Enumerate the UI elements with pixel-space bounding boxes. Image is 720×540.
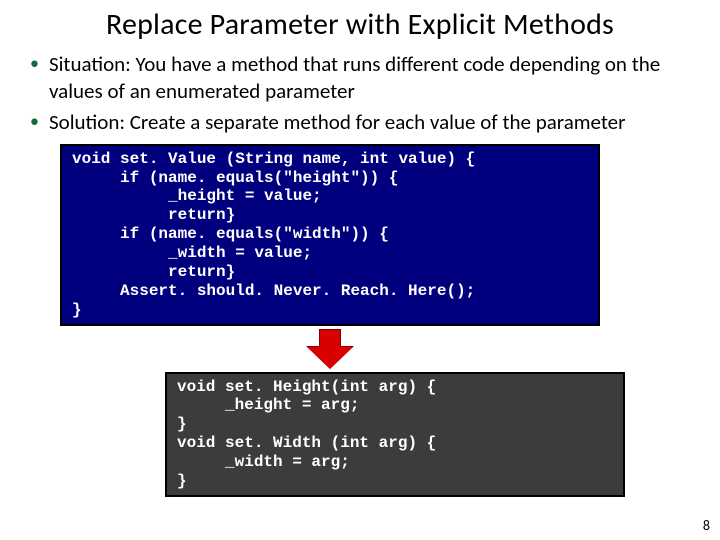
bullet-text: Solution: Create a separate method for e… xyxy=(49,109,690,136)
arrow-wrap xyxy=(60,328,600,370)
arrow-down-icon xyxy=(307,329,353,369)
bullet-list: • Situation: You have a method that runs… xyxy=(0,51,720,144)
bullet-item: • Situation: You have a method that runs… xyxy=(30,51,690,105)
bullet-label: Situation: xyxy=(49,51,131,77)
page-title: Replace Parameter with Explicit Methods xyxy=(0,0,720,51)
bullet-dot-icon: • xyxy=(30,51,39,76)
bullet-label: Solution: xyxy=(49,109,125,135)
bullet-body: Create a separate method for each value … xyxy=(125,109,625,135)
code-after-block: void set. Height(int arg) { _height = ar… xyxy=(165,372,625,497)
bullet-dot-icon: • xyxy=(30,109,39,134)
code-before-block: void set. Value (String name, int value)… xyxy=(60,144,600,326)
bullet-text: Situation: You have a method that runs d… xyxy=(49,51,690,105)
page-number: 8 xyxy=(703,517,710,534)
bullet-body: You have a method that runs different co… xyxy=(49,51,660,104)
code-container: void set. Value (String name, int value)… xyxy=(0,144,720,497)
bullet-item: • Solution: Create a separate method for… xyxy=(30,109,690,136)
